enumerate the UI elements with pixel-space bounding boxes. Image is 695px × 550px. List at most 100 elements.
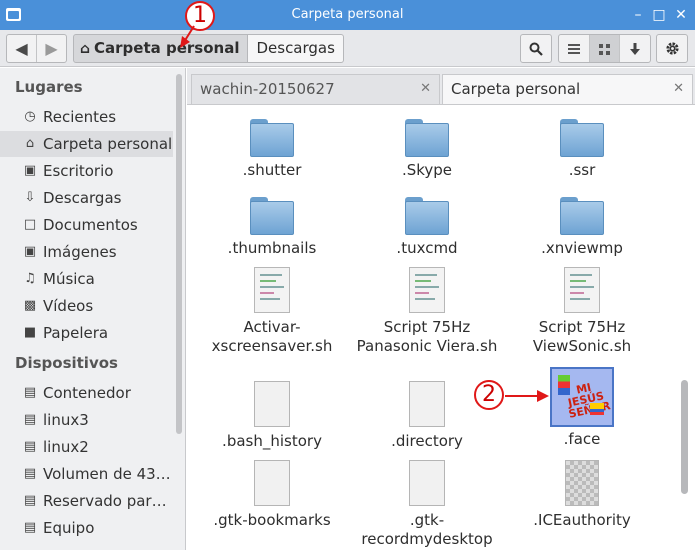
sidebar-item-contenedor[interactable]: ▤ Contenedor	[0, 380, 173, 406]
sidebar-item-musica[interactable]: ♫ Música	[0, 266, 173, 292]
sidebar-item-reservado[interactable]: ▤ Reservado par…	[0, 488, 173, 514]
sidebar-item-documentos[interactable]: □ Documentos	[0, 212, 173, 238]
camera-icon: ▣	[23, 244, 37, 259]
sidebar-item-label: linux2	[43, 438, 89, 456]
minimize-button[interactable]: –	[629, 6, 647, 24]
sidebar-item-escritorio[interactable]: ▣ Escritorio	[0, 158, 173, 184]
sidebar-item-linux3[interactable]: ▤ linux3	[0, 407, 173, 433]
file-item[interactable]: .Skype	[352, 119, 502, 180]
sidebar-item-label: Imágenes	[43, 243, 117, 261]
drive-icon: ▤	[23, 520, 37, 535]
gear-icon	[665, 42, 679, 55]
sidebar-item-label: linux3	[43, 411, 89, 429]
sidebar-item-imagenes[interactable]: ▣ Imágenes	[0, 239, 173, 265]
desktop-icon: ▣	[23, 163, 37, 178]
list-view-button[interactable]	[559, 35, 589, 62]
film-icon: ▩	[23, 298, 37, 313]
document-icon: □	[23, 217, 37, 232]
clock-icon: ◷	[24, 109, 36, 124]
grid-view-button[interactable]	[588, 35, 620, 62]
script-file-icon	[254, 267, 290, 313]
file-item[interactable]: Script 75Hz ViewSonic.sh	[507, 267, 657, 356]
file-item[interactable]: .bash_history	[197, 381, 347, 451]
arrow-down-icon	[630, 43, 641, 55]
file-item[interactable]: Script 75Hz Panasonic Viera.sh	[352, 267, 502, 356]
file-name: Activar- xscreensaver.sh	[211, 318, 333, 355]
text-file-icon	[254, 460, 290, 506]
maximize-button[interactable]: □	[650, 6, 668, 24]
file-item[interactable]: MI JESÚS SEÑOR .face	[507, 367, 657, 449]
folder-icon	[405, 119, 449, 157]
sidebar-item-label: Carpeta personal	[43, 135, 173, 153]
folder-icon	[560, 119, 604, 157]
file-name: .gtk-bookmarks	[213, 511, 331, 529]
path-bar: ⌂ Carpeta personal Descargas	[73, 34, 344, 63]
folder-icon	[560, 197, 604, 235]
navigation-buttons: ◀ ▶	[6, 34, 67, 63]
file-name: Script 75Hz Panasonic Viera.sh	[356, 318, 498, 355]
tab-close-button[interactable]: ✕	[673, 75, 684, 103]
sidebar-item-volumen[interactable]: ▤ Volumen de 43…	[0, 461, 173, 487]
trash-icon: ■	[23, 325, 37, 340]
file-item[interactable]: .gtk- recordmydesktop	[352, 460, 502, 549]
file-name: .ICEauthority	[533, 511, 631, 529]
annotation-arrow-1	[180, 25, 195, 48]
sidebar-item-equipo[interactable]: ▤ Equipo	[0, 515, 173, 541]
sidebar-item-carpeta-personal[interactable]: ⌂ Carpeta personal	[0, 131, 173, 157]
binary-file-icon	[565, 460, 599, 506]
sidebar-item-descargas[interactable]: ⇩ Descargas	[0, 185, 173, 211]
file-item[interactable]: .tuxcmd	[352, 197, 502, 258]
flag-image	[590, 403, 604, 415]
script-file-icon	[564, 267, 600, 313]
sidebar-item-recientes[interactable]: ◷ Recientes	[0, 104, 173, 130]
file-item[interactable]: .gtk-bookmarks	[197, 460, 347, 530]
file-name: .directory	[391, 432, 463, 450]
file-name: .xnviewmp	[541, 239, 623, 257]
content-scrollbar[interactable]	[681, 380, 688, 494]
sidebar-scrollbar[interactable]	[176, 74, 182, 434]
sidebar-item-papelera[interactable]: ■ Papelera	[0, 320, 173, 346]
file-name: .shutter	[242, 161, 302, 179]
file-name: .ssr	[568, 161, 596, 179]
file-item[interactable]: .thumbnails	[197, 197, 347, 258]
sidebar-item-label: Papelera	[43, 324, 109, 342]
tab-wachin[interactable]: wachin-20150627 ✕	[191, 74, 440, 104]
sidebar-header-places: Lugares	[15, 78, 83, 96]
sidebar-header-devices: Dispositivos	[15, 354, 118, 372]
sidebar-item-videos[interactable]: ▩ Vídeos	[0, 293, 173, 319]
file-item[interactable]: .ssr	[507, 119, 657, 180]
sidebar-item-label: Equipo	[43, 519, 95, 537]
sidebar-item-linux2[interactable]: ▤ linux2	[0, 434, 173, 460]
file-item[interactable]: .ICEauthority	[507, 460, 657, 530]
file-name: .Skype	[401, 161, 453, 179]
search-button[interactable]	[520, 34, 552, 63]
file-item[interactable]: .shutter	[197, 119, 347, 180]
sidebar-item-label: Vídeos	[43, 297, 94, 315]
file-item[interactable]: Activar- xscreensaver.sh	[197, 267, 347, 356]
back-button[interactable]: ◀	[7, 35, 36, 62]
text-file-icon	[409, 460, 445, 506]
home-icon: ⌂	[25, 136, 35, 151]
sidebar-item-label: Volumen de 43…	[43, 465, 171, 483]
file-name: .face	[563, 430, 601, 448]
tab-carpeta-personal[interactable]: Carpeta personal ✕	[442, 74, 693, 104]
file-name: Script 75Hz ViewSonic.sh	[532, 318, 632, 355]
text-file-icon	[254, 381, 290, 427]
forward-button[interactable]: ▶	[36, 35, 66, 62]
settings-button[interactable]	[656, 34, 688, 63]
path-button-descargas[interactable]: Descargas	[248, 34, 344, 63]
text-file-icon	[409, 381, 445, 427]
view-options-button[interactable]	[619, 35, 650, 62]
file-grid: .shutter .Skype .ssr .thumbnails .tuxcmd…	[187, 104, 695, 550]
file-name: .bash_history	[222, 432, 322, 450]
script-file-icon	[409, 267, 445, 313]
drive-icon: ▤	[23, 412, 37, 427]
drive-icon: ▤	[23, 493, 37, 508]
file-item[interactable]: .xnviewmp	[507, 197, 657, 258]
tab-label: wachin-20150627	[200, 80, 335, 98]
list-view-icon	[567, 44, 580, 54]
close-window-button[interactable]: ✕	[672, 6, 690, 24]
tab-bar: wachin-20150627 ✕ Carpeta personal ✕	[187, 68, 695, 104]
tab-close-button[interactable]: ✕	[420, 75, 431, 103]
sidebar: Lugares ◷ Recientes ⌂ Carpeta personal ▣ Es…	[0, 68, 186, 550]
